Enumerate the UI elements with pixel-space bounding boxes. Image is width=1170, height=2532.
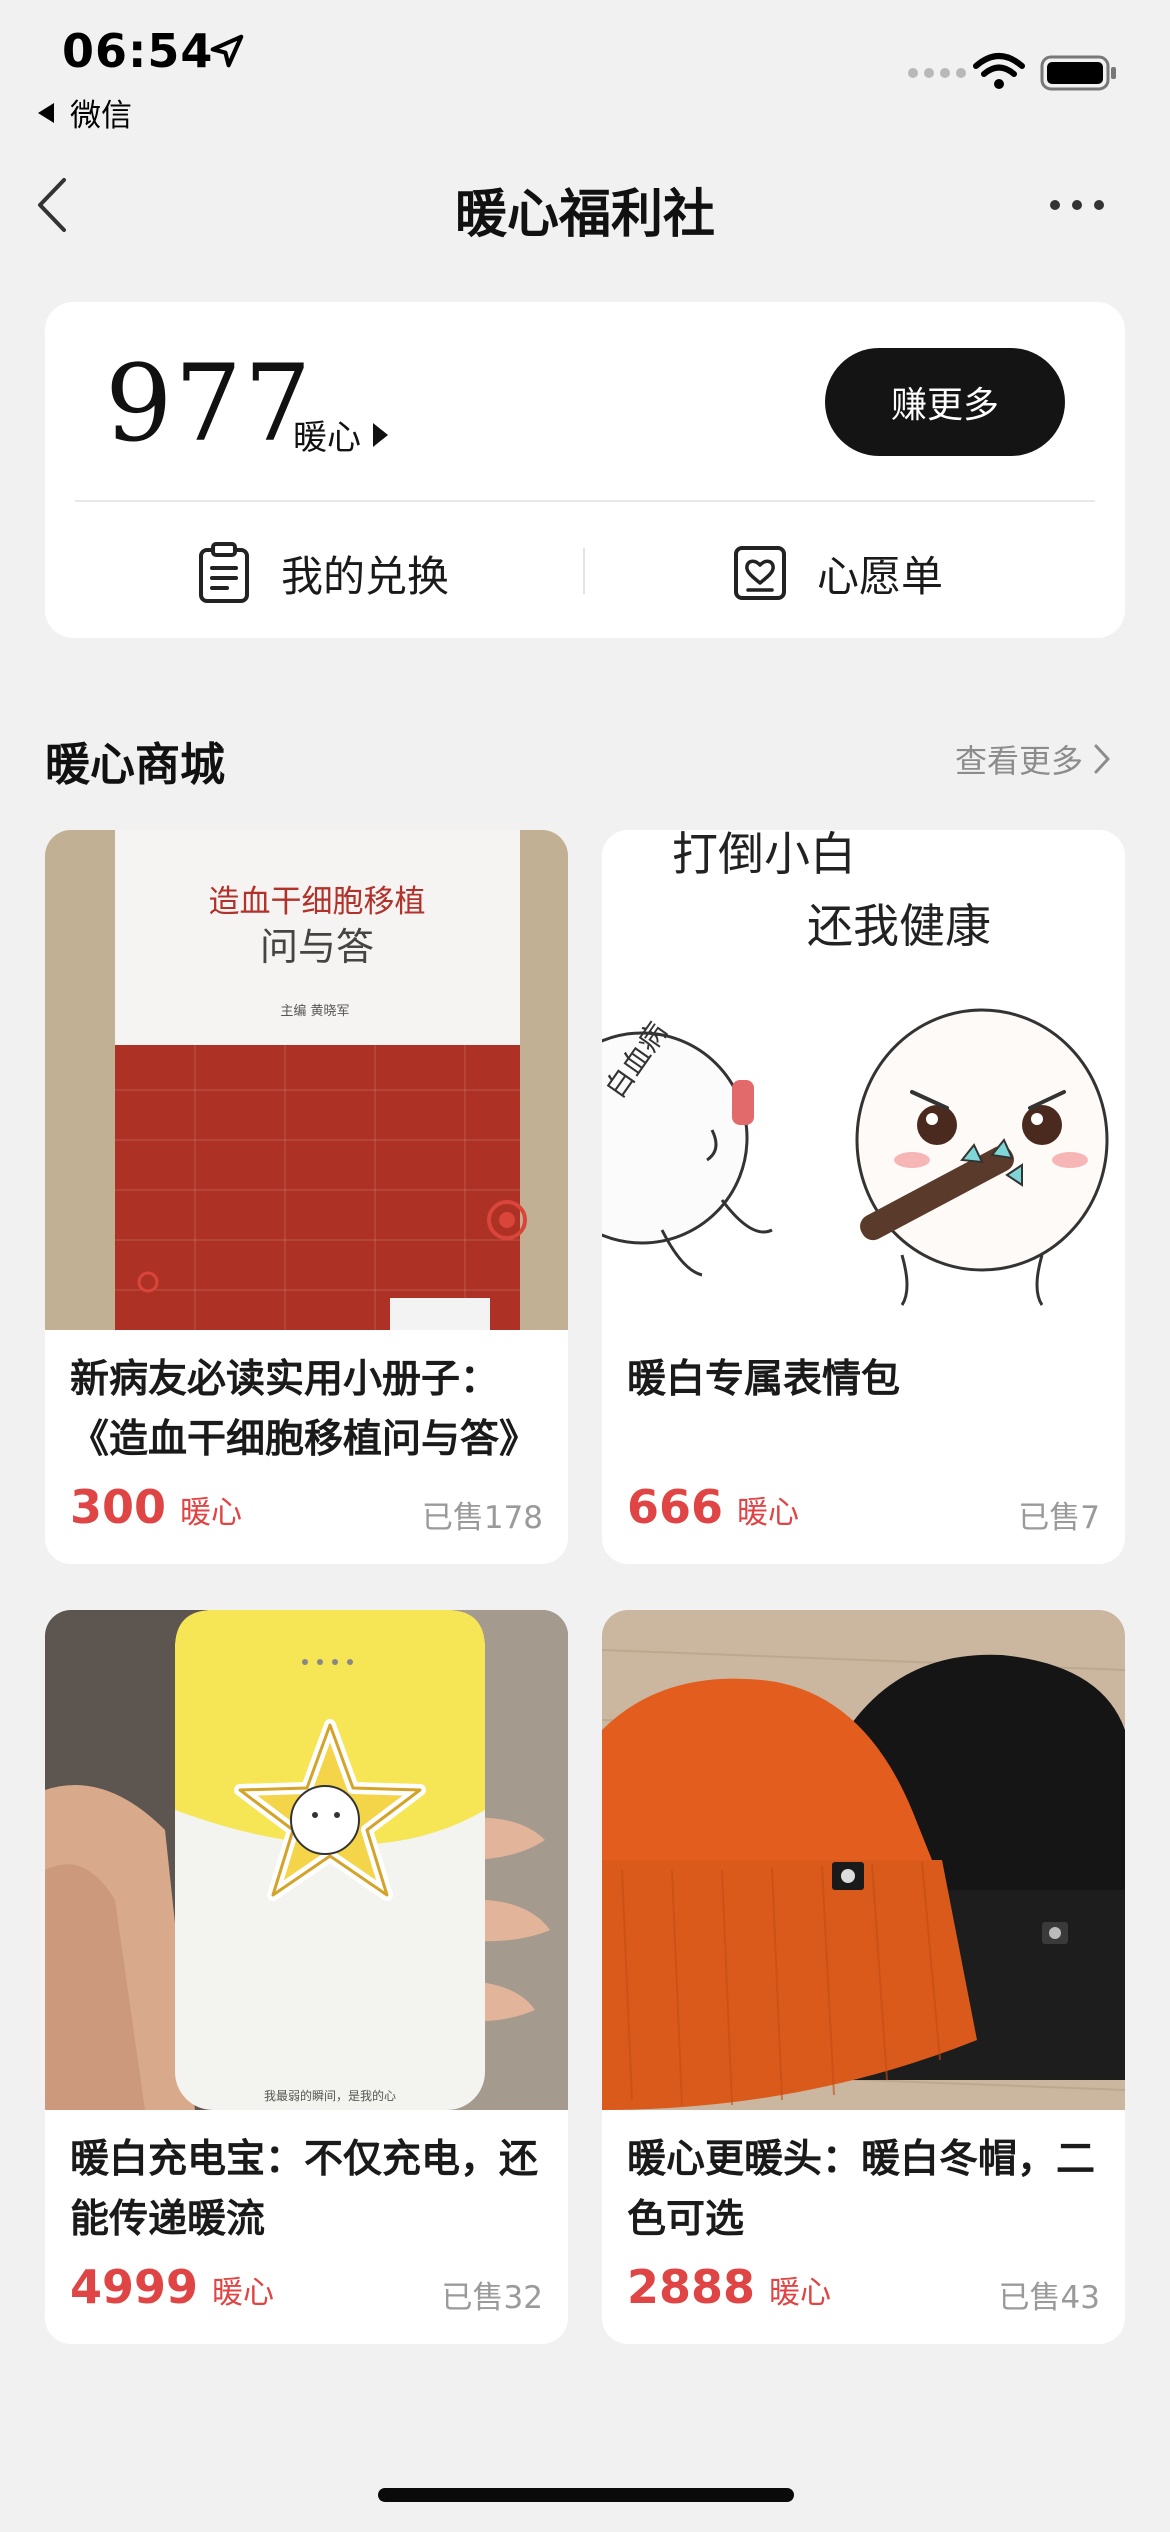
more-options-icon[interactable] [1050, 200, 1104, 210]
price-unit: 暖心 [769, 2275, 832, 2311]
product-card[interactable]: 造血干细胞移植 问与答 主编 黄晓军 新病友必读实用小册子：《造血干细胞移植问与… [45, 830, 568, 1564]
product-price: 666 暖心 [627, 1480, 799, 1534]
balance-card: 977 暖心 赚更多 我的兑换 心愿单 [45, 302, 1125, 638]
product-price: 300 暖心 [70, 1480, 242, 1534]
balance-value[interactable]: 977 [105, 342, 313, 465]
product-title: 暖白充电宝：不仅充电，还能传递暖流 [70, 2137, 539, 2242]
book-title-line1: 造血干细胞移植 [209, 884, 426, 920]
price-value: 4999 [70, 2260, 199, 2314]
price-value: 2888 [627, 2260, 756, 2314]
book-title-line2: 问与答 [260, 925, 374, 969]
product-image-book: 造血干细胞移植 问与答 主编 黄晓军 [45, 830, 568, 1330]
product-card[interactable]: 打倒小白 还我健康 白血病 暖白专属表情包 666 暖心 已售7 [602, 830, 1125, 1564]
product-price: 2888 暖心 [627, 2260, 831, 2314]
clipboard-icon [199, 542, 249, 603]
power-bank-caption: 我最弱的瞬间，是我的心 [264, 2088, 396, 2103]
home-indicator[interactable] [378, 2488, 794, 2502]
status-bar: 06:54 微信 [0, 0, 1170, 140]
product-title: 暖心更暖头：暖白冬帽，二色可选 [627, 2137, 1096, 2242]
status-time: 06:54 [62, 24, 214, 78]
product-title: 暖白专属表情包 [627, 1357, 901, 1402]
back-app-label: 微信 [70, 98, 132, 134]
price-unit: 暖心 [212, 2275, 275, 2311]
page-title: 暖心福利社 [454, 185, 715, 245]
wifi-icon [973, 53, 1025, 89]
nav-bar: 暖心福利社 [0, 150, 1170, 260]
wishlist-label: 心愿单 [817, 551, 944, 601]
price-unit: 暖心 [737, 1495, 800, 1531]
product-card[interactable]: 暖心更暖头：暖白冬帽，二色可选 2888 暖心 已售43 [602, 1610, 1125, 2344]
product-image-sticker: 打倒小白 还我健康 白血病 [602, 830, 1125, 1330]
chevron-right-icon [1094, 744, 1110, 774]
sold-count: 已售178 [421, 1500, 543, 1536]
sticker-text-line1: 打倒小白 [672, 830, 856, 881]
balance-unit-link[interactable]: 暖心 [293, 410, 388, 459]
price-value: 300 [70, 1480, 167, 1534]
back-triangle-icon [38, 102, 54, 123]
section-title: 暖心商城 [45, 738, 226, 791]
earn-more-button[interactable]: 赚更多 [825, 348, 1065, 456]
product-image-power-bank: 我最弱的瞬间，是我的心 [45, 1610, 568, 2110]
book-editor: 主编 黄晓军 [280, 1004, 349, 1019]
wishlist-link[interactable]: 心愿单 [733, 538, 943, 608]
sold-count: 已售7 [1018, 1500, 1100, 1536]
sold-count: 已售43 [998, 2280, 1100, 2316]
see-more-label: 查看更多 [955, 742, 1084, 780]
play-arrow-icon [373, 422, 388, 447]
balance-unit-label: 暖心 [293, 418, 361, 458]
back-to-wechat[interactable]: 微信 [38, 90, 132, 135]
my-exchange-link[interactable]: 我的兑换 [197, 538, 449, 608]
sold-count: 已售32 [441, 2280, 543, 2316]
product-card[interactable]: 我最弱的瞬间，是我的心 暖白充电宝：不仅充电，还能传递暖流 4999 暖心 已售… [45, 1610, 568, 2344]
my-exchange-label: 我的兑换 [281, 551, 450, 601]
heart-frame-icon [734, 546, 786, 600]
price-value: 666 [627, 1480, 724, 1534]
location-arrow-icon [210, 34, 244, 68]
product-price: 4999 暖心 [70, 2260, 274, 2314]
battery-icon [1040, 55, 1116, 91]
product-image-beanies [602, 1610, 1125, 2110]
sticker-text-line2: 还我健康 [807, 899, 991, 953]
divider [75, 500, 1095, 502]
vertical-divider [583, 548, 585, 594]
price-unit: 暖心 [180, 1495, 243, 1531]
cellular-signal-icon [908, 68, 966, 78]
see-more-link[interactable]: 查看更多 [955, 736, 1111, 782]
product-title: 新病友必读实用小册子：《造血干细胞移植问与答》 [70, 1357, 539, 1462]
